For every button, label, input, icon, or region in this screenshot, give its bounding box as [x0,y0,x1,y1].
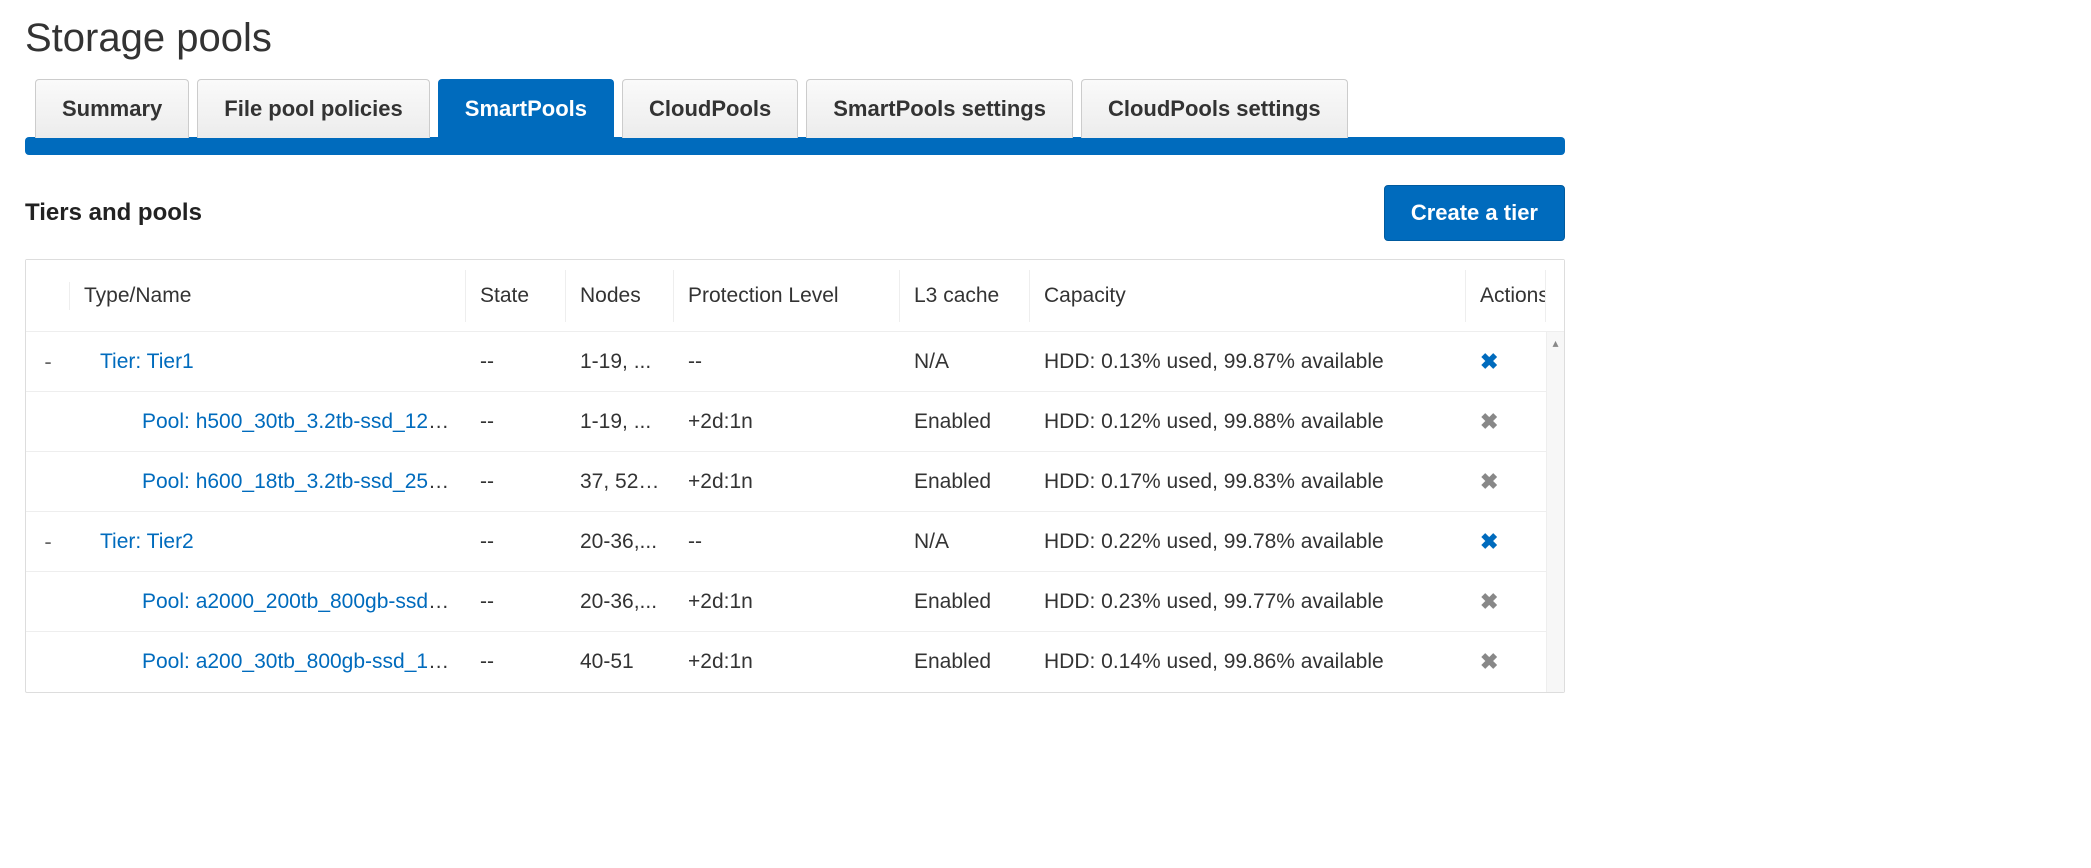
column-header-nodes[interactable]: Nodes [566,270,674,322]
section-title: Tiers and pools [25,199,202,227]
tier-link[interactable]: Tier: Tier2 [100,530,194,553]
table-row: Pool: h600_18tb_3.2tb-ssd_256gb--37, 52,… [26,452,1564,512]
tabs-container: SummaryFile pool policiesSmartPoolsCloud… [25,79,1565,155]
cell-l3cache: N/A [900,336,1030,388]
cell-state: -- [466,576,566,628]
cell-l3cache: Enabled [900,456,1030,508]
delete-icon[interactable]: ✖ [1480,469,1498,495]
expand-spacer [26,588,70,616]
delete-icon[interactable]: ✖ [1480,349,1498,375]
table-row: -Tier: Tier1--1-19, ...--N/AHDD: 0.13% u… [26,332,1564,392]
collapse-icon[interactable]: - [44,349,51,375]
delete-icon[interactable]: ✖ [1480,409,1498,435]
tab-underline [25,137,1565,155]
grid-header-row: Type/Name State Nodes Protection Level L… [26,260,1564,332]
cell-capacity: HDD: 0.13% used, 99.87% available [1030,336,1466,388]
cell-capacity: HDD: 0.17% used, 99.83% available [1030,456,1466,508]
page-title: Storage pools [25,16,2091,61]
tab-file-pool-policies[interactable]: File pool policies [197,79,429,138]
delete-icon[interactable]: ✖ [1480,649,1498,675]
cell-nodes: 37, 52,... [566,456,674,508]
column-header-protection[interactable]: Protection Level [674,270,900,322]
column-header-l3cache[interactable]: L3 cache [900,270,1030,322]
tab-cloudpools[interactable]: CloudPools [622,79,798,138]
section-header: Tiers and pools Create a tier [25,185,1565,241]
cell-capacity: HDD: 0.22% used, 99.78% available [1030,516,1466,568]
cell-protection: -- [674,336,900,388]
expand-spacer [26,648,70,676]
pool-link[interactable]: Pool: h600_18tb_3.2tb-ssd_256gb [142,470,463,493]
tier-link[interactable]: Tier: Tier1 [100,350,194,373]
collapse-icon[interactable]: - [44,529,51,555]
cell-state: -- [466,396,566,448]
tab-summary[interactable]: Summary [35,79,189,138]
cell-state: -- [466,336,566,388]
cell-nodes: 20-36,... [566,576,674,628]
tiers-pools-grid: Type/Name State Nodes Protection Level L… [25,259,1565,693]
pool-link[interactable]: Pool: a2000_200tb_800gb-ssd_16g [142,590,466,613]
cell-state: -- [466,516,566,568]
column-header-state[interactable]: State [466,270,566,322]
cell-state: -- [466,456,566,508]
delete-icon[interactable]: ✖ [1480,589,1498,615]
column-header-expand [26,282,70,310]
expand-spacer [26,408,70,436]
pool-link[interactable]: Pool: h500_30tb_3.2tb-ssd_128gb [142,410,463,433]
cell-protection: +2d:1n [674,456,900,508]
create-tier-button[interactable]: Create a tier [1384,185,1565,241]
expand-spacer [26,468,70,496]
cell-protection: -- [674,516,900,568]
column-header-actions: Actions [1466,270,1546,322]
cell-capacity: HDD: 0.12% used, 99.88% available [1030,396,1466,448]
cell-l3cache: Enabled [900,636,1030,688]
tab-cloudpools-settings[interactable]: CloudPools settings [1081,79,1348,138]
tab-smartpools[interactable]: SmartPools [438,79,614,138]
cell-protection: +2d:1n [674,396,900,448]
table-row: Pool: a200_30tb_800gb-ssd_16gb--40-51+2d… [26,632,1564,692]
cell-protection: +2d:1n [674,636,900,688]
tab-smartpools-settings[interactable]: SmartPools settings [806,79,1073,138]
cell-nodes: 1-19, ... [566,396,674,448]
column-header-name[interactable]: Type/Name [70,270,466,322]
table-row: Pool: h500_30tb_3.2tb-ssd_128gb--1-19, .… [26,392,1564,452]
cell-l3cache: N/A [900,516,1030,568]
delete-icon[interactable]: ✖ [1480,529,1498,555]
cell-capacity: HDD: 0.23% used, 99.77% available [1030,576,1466,628]
cell-l3cache: Enabled [900,396,1030,448]
cell-nodes: 20-36,... [566,516,674,568]
cell-state: -- [466,636,566,688]
table-row: -Tier: Tier2--20-36,...--N/AHDD: 0.22% u… [26,512,1564,572]
table-row: Pool: a2000_200tb_800gb-ssd_16g--20-36,.… [26,572,1564,632]
scroll-up-arrow-icon[interactable]: ▴ [1552,332,1558,350]
vertical-scrollbar[interactable]: ▴ [1546,332,1564,692]
column-header-capacity[interactable]: Capacity [1030,270,1466,322]
cell-nodes: 1-19, ... [566,336,674,388]
pool-link[interactable]: Pool: a200_30tb_800gb-ssd_16gb [142,650,463,673]
cell-protection: +2d:1n [674,576,900,628]
cell-capacity: HDD: 0.14% used, 99.86% available [1030,636,1466,688]
cell-nodes: 40-51 [566,636,674,688]
cell-l3cache: Enabled [900,576,1030,628]
